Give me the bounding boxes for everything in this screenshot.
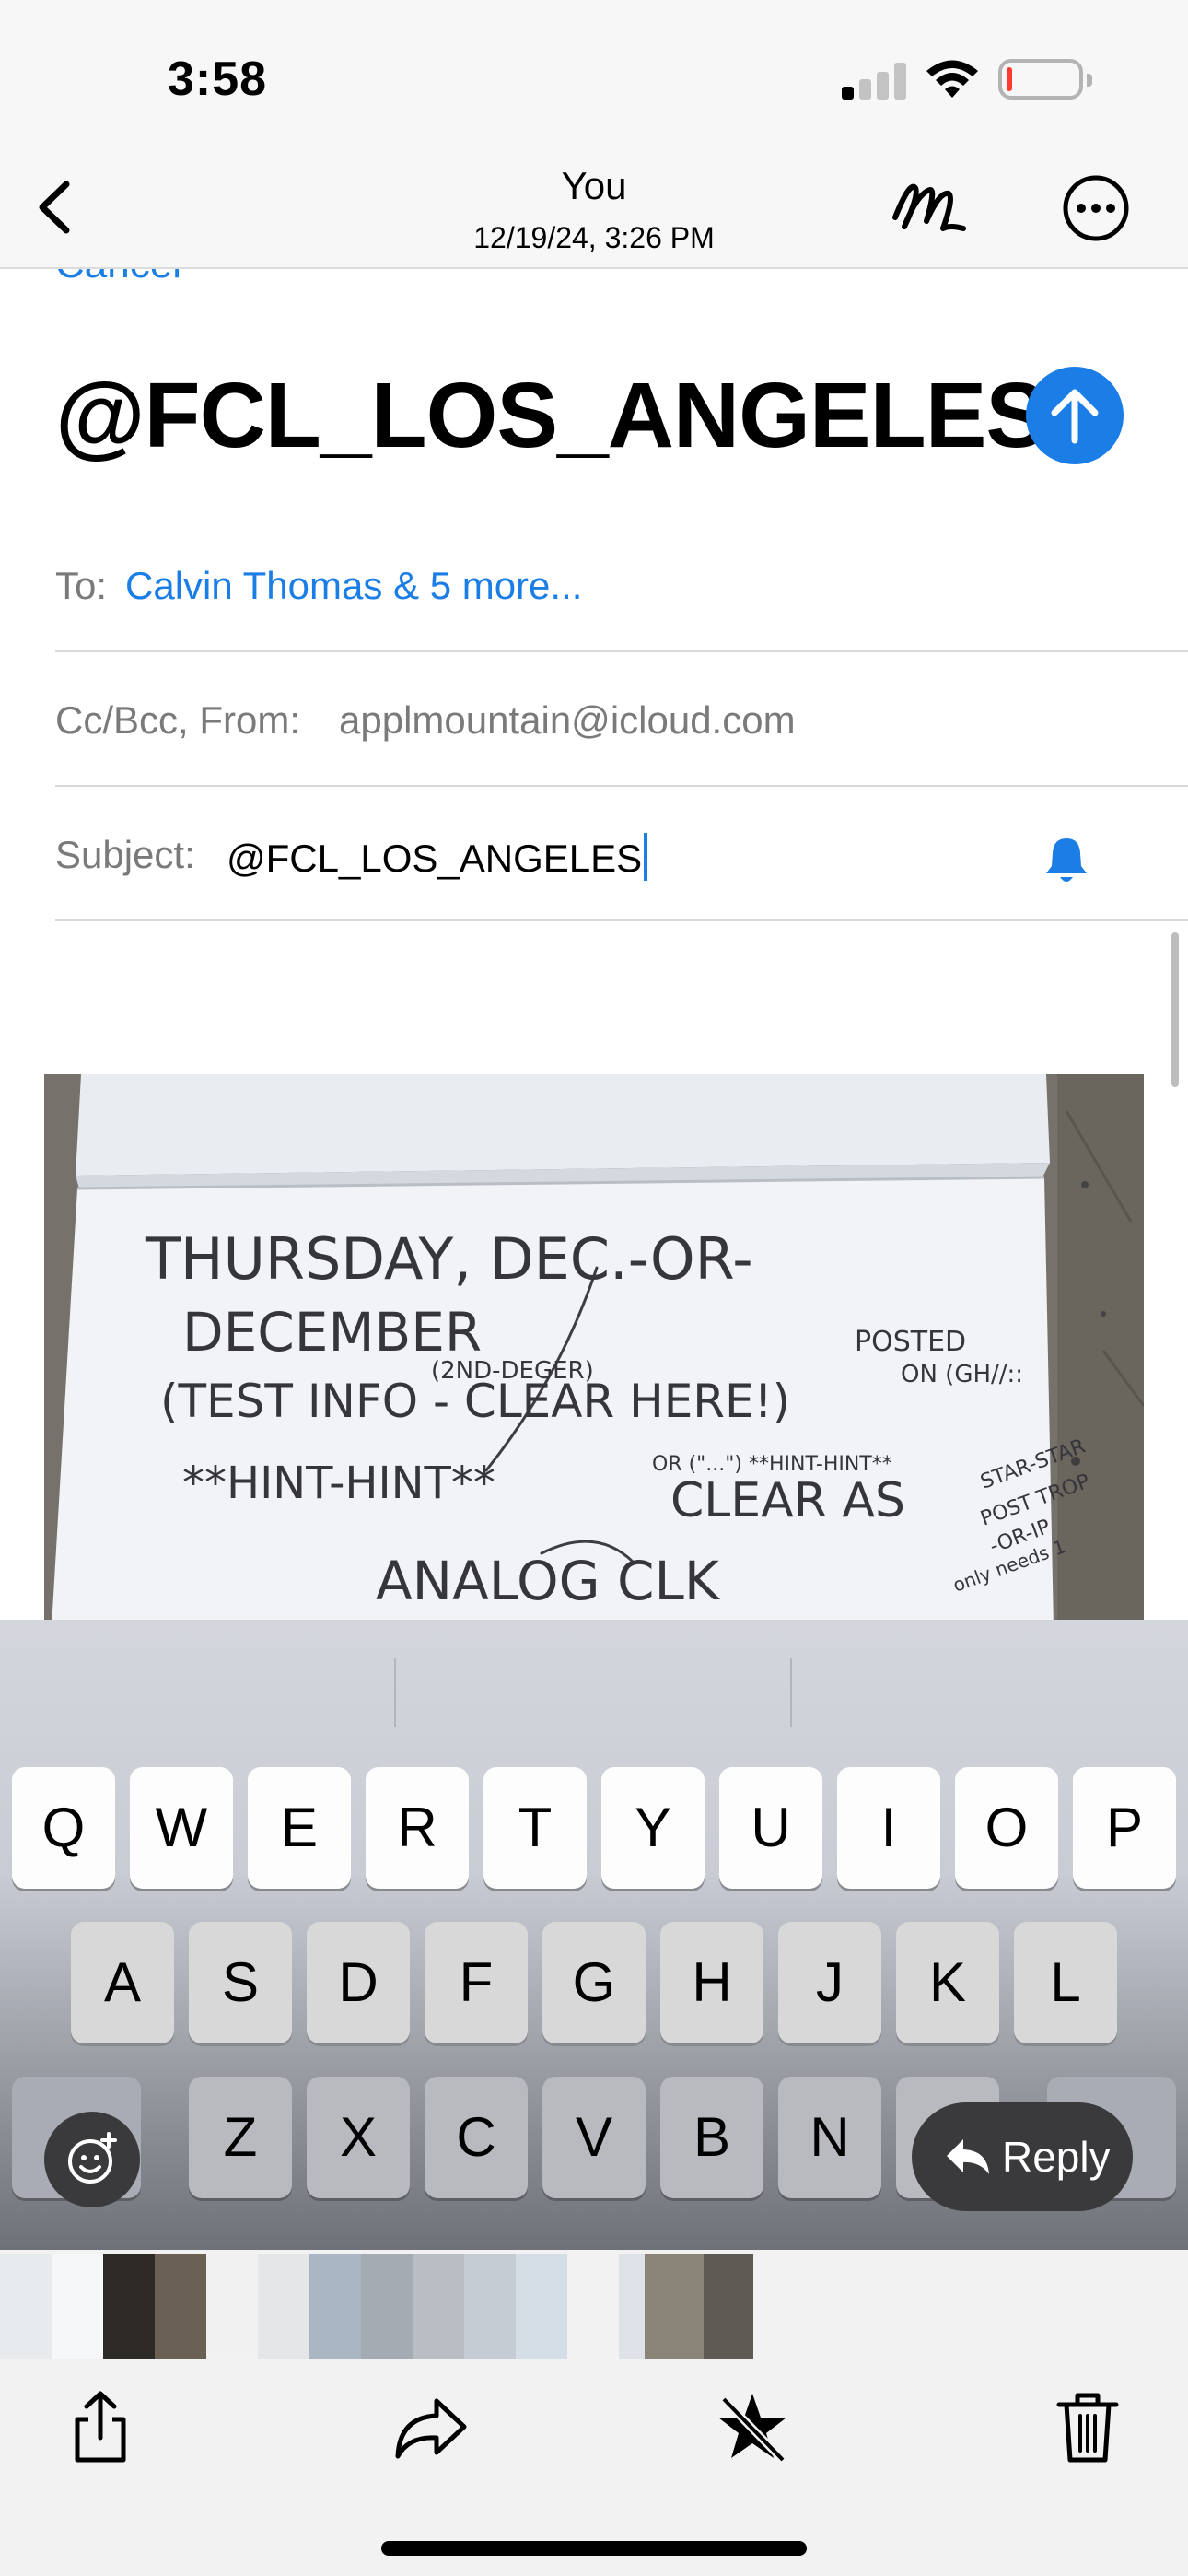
reply-arrow-icon xyxy=(947,2139,989,2174)
handwritten-note-image: THURSDAY, DEC.-OR- DECEMBER (2ND-DEGER) … xyxy=(44,1074,1144,1620)
key[interactable]: D xyxy=(307,1922,410,2043)
thumbnail[interactable] xyxy=(258,2254,309,2359)
subject-text: @FCL_LOS_ANGELES xyxy=(227,837,643,880)
key[interactable]: X xyxy=(307,2077,410,2198)
markup-icon[interactable] xyxy=(890,173,967,240)
key[interactable]: G xyxy=(542,1922,646,2043)
thumbnail[interactable] xyxy=(0,2254,52,2359)
wifi-icon xyxy=(926,60,978,98)
compose-title: @FCL_LOS_ANGELES xyxy=(55,364,1047,467)
key[interactable]: K xyxy=(896,1922,999,2043)
key[interactable]: F xyxy=(425,1922,528,2043)
key[interactable]: Y xyxy=(601,1767,705,1889)
thumbnail[interactable] xyxy=(155,2254,206,2359)
sent-date: 12/19/24, 3:26 PM xyxy=(473,221,715,254)
to-label: To: xyxy=(55,564,108,607)
key[interactable]: P xyxy=(1073,1767,1176,1889)
to-recipients[interactable]: Calvin Thomas & 5 more... xyxy=(125,564,582,608)
subject-input[interactable]: @FCL_LOS_ANGELES xyxy=(227,833,648,881)
key[interactable]: Q xyxy=(12,1767,115,1889)
key[interactable]: B xyxy=(660,2077,763,2198)
reply-label: Reply xyxy=(1002,2133,1111,2181)
more-icon[interactable] xyxy=(1061,173,1131,243)
attached-note-photo[interactable]: THURSDAY, DEC.-OR- DECEMBER (2ND-DEGER) … xyxy=(44,1074,1144,1620)
key[interactable]: I xyxy=(837,1767,940,1889)
note-line: **HINT-HINT** xyxy=(182,1458,495,1509)
share-icon[interactable] xyxy=(59,2386,142,2469)
key[interactable]: Z xyxy=(189,2077,292,2198)
trash-icon[interactable] xyxy=(1046,2386,1129,2469)
status-time: 3:58 xyxy=(168,53,268,106)
key[interactable]: E xyxy=(248,1767,351,1889)
thumbnail[interactable] xyxy=(206,2254,258,2359)
forward-icon[interactable] xyxy=(389,2386,472,2469)
status-bar: 3:58 xyxy=(0,0,1188,147)
from-address[interactable]: applmountain@icloud.com xyxy=(339,698,796,743)
key[interactable]: N xyxy=(778,2077,881,2198)
note-line: ANALOG CLK xyxy=(376,1550,721,1612)
subject-field[interactable]: Subject: @FCL_LOS_ANGELES xyxy=(55,787,1188,921)
key[interactable]: V xyxy=(542,2077,646,2198)
note-line: POSTED xyxy=(855,1326,966,1358)
key[interactable]: T xyxy=(483,1767,587,1889)
key[interactable]: L xyxy=(1014,1922,1117,2043)
suggestion-divider xyxy=(790,1658,792,1727)
viewer-header: You 12/19/24, 3:26 PM xyxy=(0,147,1188,269)
thumbnail[interactable] xyxy=(645,2254,704,2359)
key[interactable]: S xyxy=(189,1922,292,2043)
thumbnail[interactable] xyxy=(464,2254,516,2359)
battery-icon xyxy=(998,59,1092,100)
note-line: ON (GH//:: xyxy=(901,1361,1023,1388)
thumbnail[interactable] xyxy=(103,2254,155,2359)
scroll-indicator[interactable] xyxy=(1171,932,1179,1087)
note-line: DECEMBER xyxy=(182,1301,482,1364)
bottom-toolbar xyxy=(0,2364,1188,2576)
thumbnail[interactable] xyxy=(52,2254,103,2359)
home-indicator[interactable] xyxy=(381,2541,807,2556)
to-field[interactable]: To: Calvin Thomas & 5 more... xyxy=(55,518,1188,652)
cc-bcc-from-label: Cc/Bcc, From: xyxy=(55,698,301,742)
sender-title: You xyxy=(561,164,627,207)
unfavorite-star-icon[interactable] xyxy=(711,2386,794,2469)
subject-label: Subject: xyxy=(55,833,195,876)
cellular-signal-icon xyxy=(842,63,906,100)
key[interactable]: A xyxy=(71,1922,174,2043)
cancel-link[interactable]: Cancel xyxy=(55,269,181,287)
note-line: THURSDAY, DEC.-OR- xyxy=(145,1225,753,1293)
reply-button[interactable]: Reply xyxy=(912,2102,1133,2211)
send-button[interactable] xyxy=(1026,367,1124,464)
note-line: (TEST INFO - CLEAR HERE!) xyxy=(160,1375,790,1428)
key[interactable]: J xyxy=(778,1922,881,2043)
key[interactable]: R xyxy=(366,1767,469,1889)
emoji-reaction-button[interactable] xyxy=(44,2112,140,2207)
arrow-up-icon xyxy=(1051,389,1099,444)
key[interactable]: O xyxy=(955,1767,1058,1889)
note-line: CLEAR AS xyxy=(670,1473,905,1528)
key[interactable]: H xyxy=(660,1922,763,2043)
cc-bcc-from-field[interactable]: Cc/Bcc, From: applmountain@icloud.com xyxy=(55,652,1188,787)
bell-icon[interactable] xyxy=(1042,835,1090,886)
thumbnail[interactable] xyxy=(704,2254,753,2359)
thumbnail[interactable] xyxy=(567,2254,619,2359)
mail-compose-preview: Cancel @FCL_LOS_ANGELES To: Calvin Thoma… xyxy=(0,269,1188,1620)
thumbnail[interactable] xyxy=(516,2254,567,2359)
key[interactable]: W xyxy=(130,1767,233,1889)
key[interactable]: C xyxy=(425,2077,528,2198)
thumbnail[interactable] xyxy=(361,2254,413,2359)
thumbnail[interactable] xyxy=(309,2254,361,2359)
key[interactable]: U xyxy=(719,1767,822,1889)
emoji-add-icon xyxy=(68,2132,117,2184)
text-caret xyxy=(644,833,648,881)
keyboard: Q W E R T Y U I O P A S D F G H J K L Z … xyxy=(0,1620,1188,2250)
thumbnail[interactable] xyxy=(413,2254,464,2359)
thumbnail-strip[interactable] xyxy=(0,2250,1188,2364)
suggestion-divider xyxy=(394,1658,396,1727)
